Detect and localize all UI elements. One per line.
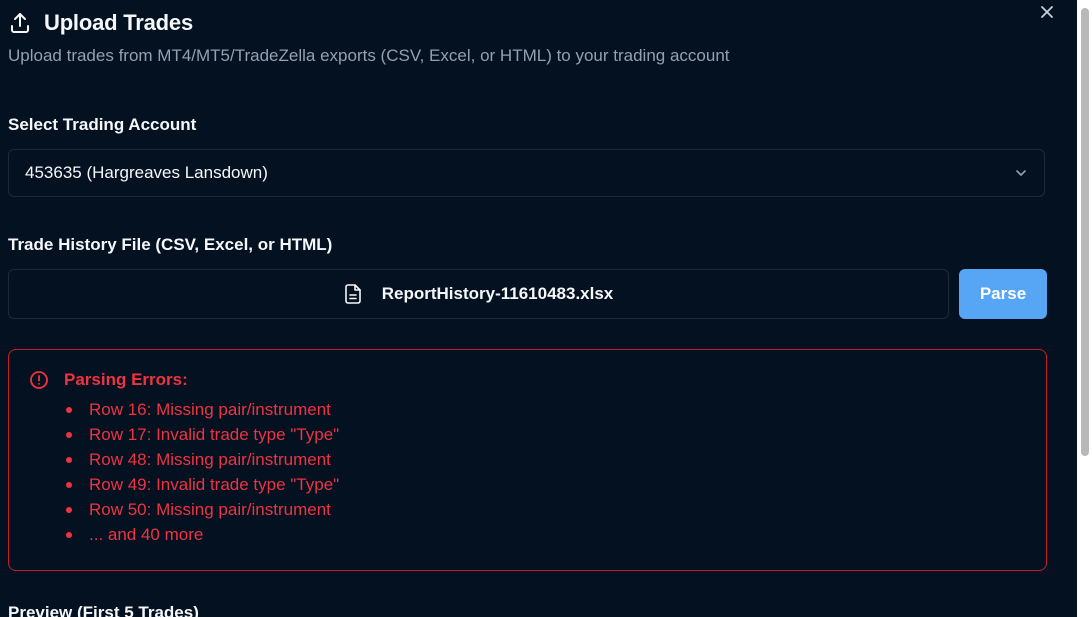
account-label: Select Trading Account [8, 115, 197, 134]
dialog-subtitle: Upload trades from MT4/MT5/TradeZella ex… [8, 46, 730, 65]
close-button[interactable] [1037, 2, 1057, 22]
error-list: Row 16: Missing pair/instrument Row 17: … [64, 397, 339, 547]
error-item: Row 17: Invalid trade type "Type" [64, 422, 339, 447]
file-name: ReportHistory-11610483.xlsx [381, 284, 614, 303]
scrollbar-thumb[interactable] [1081, 8, 1089, 456]
upload-trades-dialog: Upload Trades Upload trades from MT4/MT5… [0, 0, 1077, 617]
close-icon [1041, 6, 1053, 18]
error-item: Row 48: Missing pair/instrument [64, 447, 339, 472]
account-select-value: 453635 (Hargreaves Lansdown) [25, 163, 268, 182]
error-item: Row 49: Invalid trade type "Type" [64, 472, 339, 497]
alert-circle-icon [29, 370, 49, 395]
upload-icon [8, 11, 32, 35]
chevron-down-icon [1016, 170, 1026, 176]
dialog-title: Upload Trades [44, 10, 193, 35]
file-icon [344, 284, 361, 304]
file-label: Trade History File (CSV, Excel, or HTML) [8, 235, 333, 254]
parsing-errors-alert: Parsing Errors: Row 16: Missing pair/ins… [8, 349, 1047, 571]
error-item: Row 16: Missing pair/instrument [64, 397, 339, 422]
account-select[interactable]: 453635 (Hargreaves Lansdown) [8, 149, 1045, 197]
parse-button[interactable]: Parse [959, 269, 1047, 319]
error-item: Row 50: Missing pair/instrument [64, 497, 339, 522]
dialog-header: Upload Trades [8, 8, 193, 38]
error-item: ... and 40 more [64, 522, 339, 547]
scrollbar[interactable] [1077, 0, 1092, 617]
preview-title: Preview (First 5 Trades) [8, 603, 199, 617]
file-picker[interactable]: ReportHistory-11610483.xlsx [8, 269, 949, 319]
error-title: Parsing Errors: [64, 370, 188, 389]
